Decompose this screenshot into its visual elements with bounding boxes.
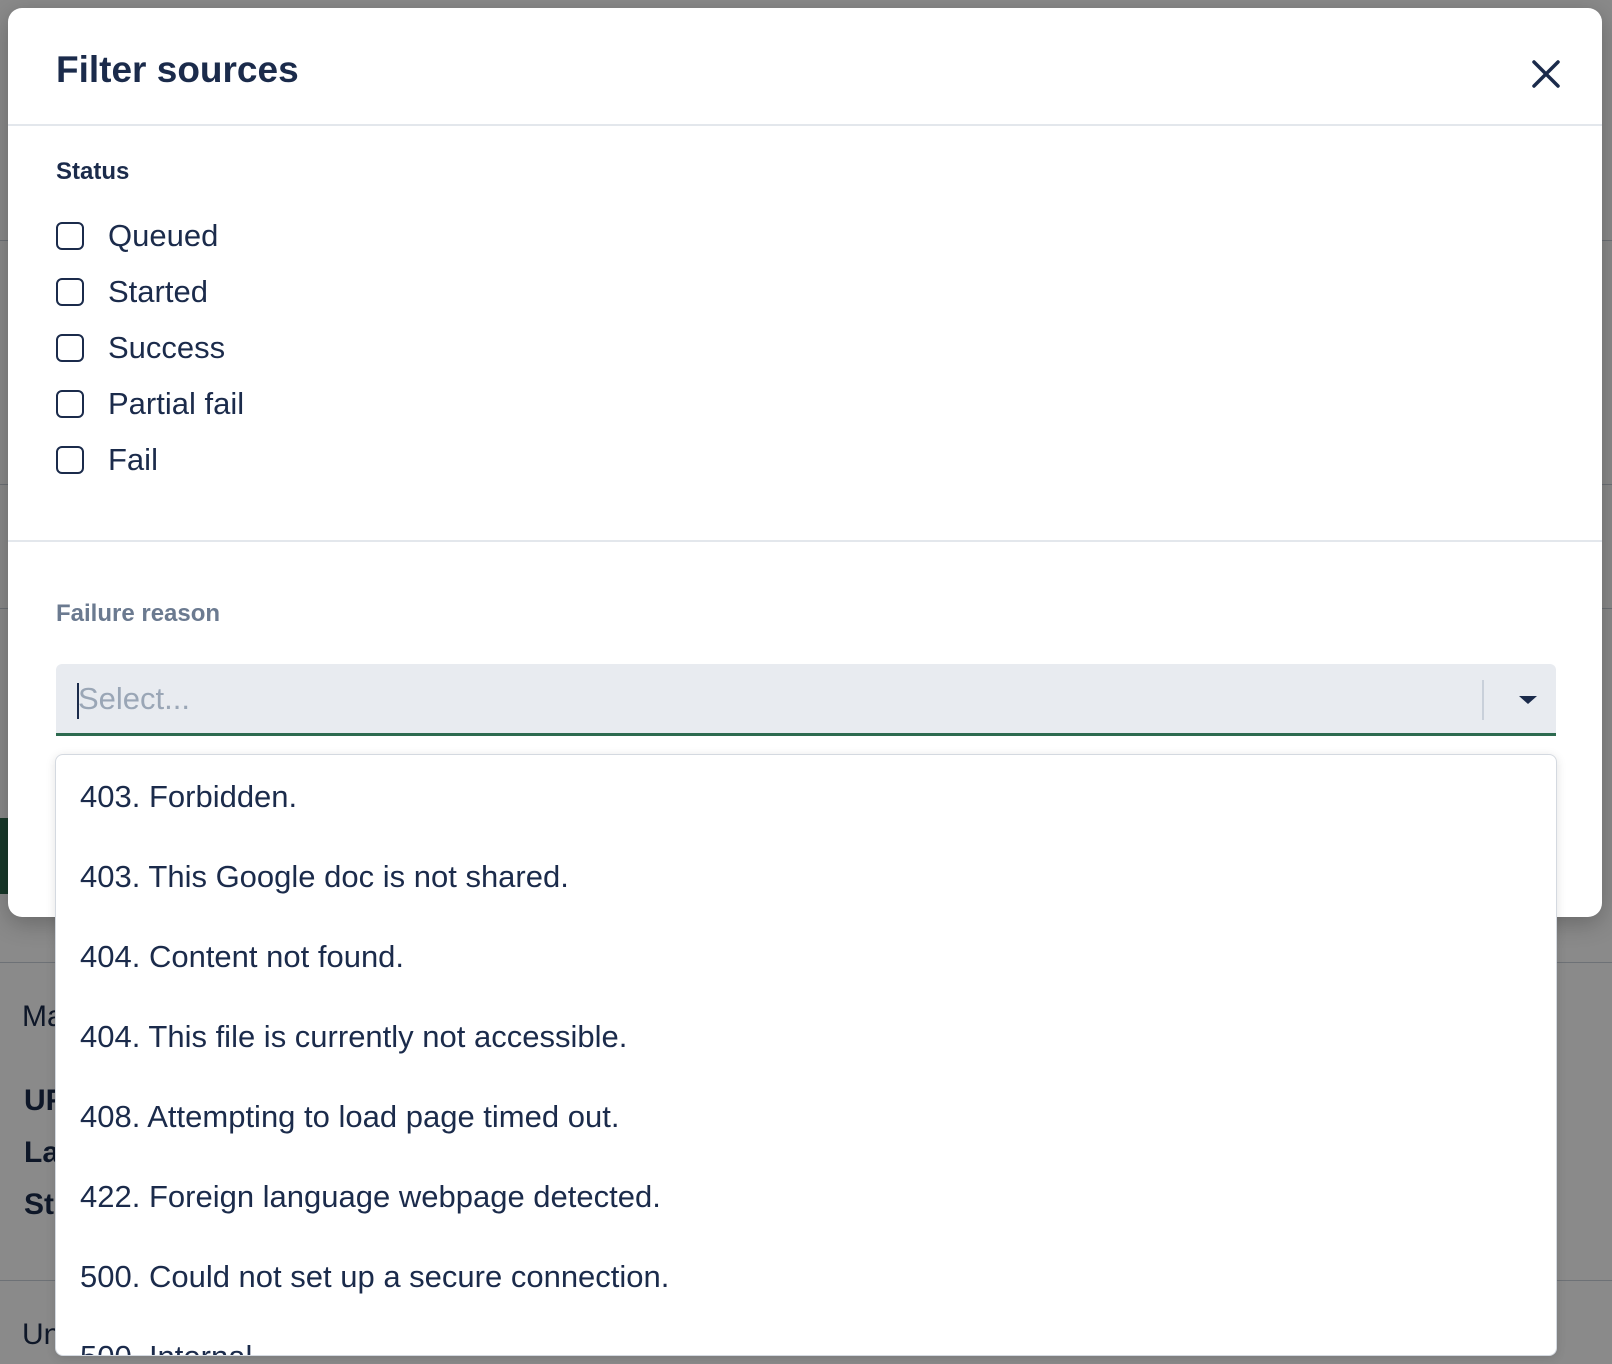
failure-reason-label: Failure reason — [56, 600, 221, 627]
menu-option[interactable]: 422. Foreign language webpage detected. — [56, 1157, 1556, 1237]
modal-header: Filter sources — [8, 8, 1602, 126]
failure-reason-select[interactable] — [56, 664, 1556, 736]
failure-reason-menu: 403. Forbidden. 403. This Google doc is … — [55, 754, 1557, 1356]
menu-option[interactable]: 500. Internal... — [56, 1317, 1556, 1355]
menu-option[interactable]: 404. Content not found. — [56, 917, 1556, 997]
checkbox-label: Fail — [108, 442, 158, 477]
checkbox[interactable] — [56, 390, 84, 418]
close-button[interactable] — [1522, 50, 1570, 98]
close-icon — [1532, 60, 1560, 88]
status-option-queued[interactable]: Queued — [56, 208, 244, 264]
menu-option[interactable]: 404. This file is currently not accessib… — [56, 997, 1556, 1077]
section-divider — [8, 540, 1602, 542]
menu-option[interactable]: 408. Attempting to load page timed out. — [56, 1077, 1556, 1157]
checkbox[interactable] — [56, 334, 84, 362]
modal-title: Filter sources — [56, 49, 299, 90]
status-option-started[interactable]: Started — [56, 264, 244, 320]
checkbox-label: Started — [108, 274, 208, 309]
status-option-success[interactable]: Success — [56, 320, 244, 376]
menu-option[interactable]: 403. Forbidden. — [56, 757, 1556, 837]
checkbox-label: Success — [108, 330, 226, 365]
failure-reason-input[interactable] — [78, 677, 1438, 721]
status-option-partial-fail[interactable]: Partial fail — [56, 376, 244, 432]
checkbox[interactable] — [56, 278, 84, 306]
status-checkbox-group: Queued Started Success Partial fail Fail — [56, 208, 244, 488]
menu-option[interactable]: 500. Could not set up a secure connectio… — [56, 1237, 1556, 1317]
dropdown-toggle[interactable] — [1506, 678, 1550, 722]
menu-option[interactable]: 403. This Google doc is not shared. — [56, 837, 1556, 917]
status-label: Status — [56, 158, 130, 185]
chevron-down-icon — [1519, 696, 1537, 704]
checkbox[interactable] — [56, 446, 84, 474]
status-option-fail[interactable]: Fail — [56, 432, 244, 488]
checkbox-label: Queued — [108, 218, 219, 253]
checkbox-label: Partial fail — [108, 386, 245, 421]
select-separator — [1482, 680, 1484, 720]
checkbox[interactable] — [56, 222, 84, 250]
